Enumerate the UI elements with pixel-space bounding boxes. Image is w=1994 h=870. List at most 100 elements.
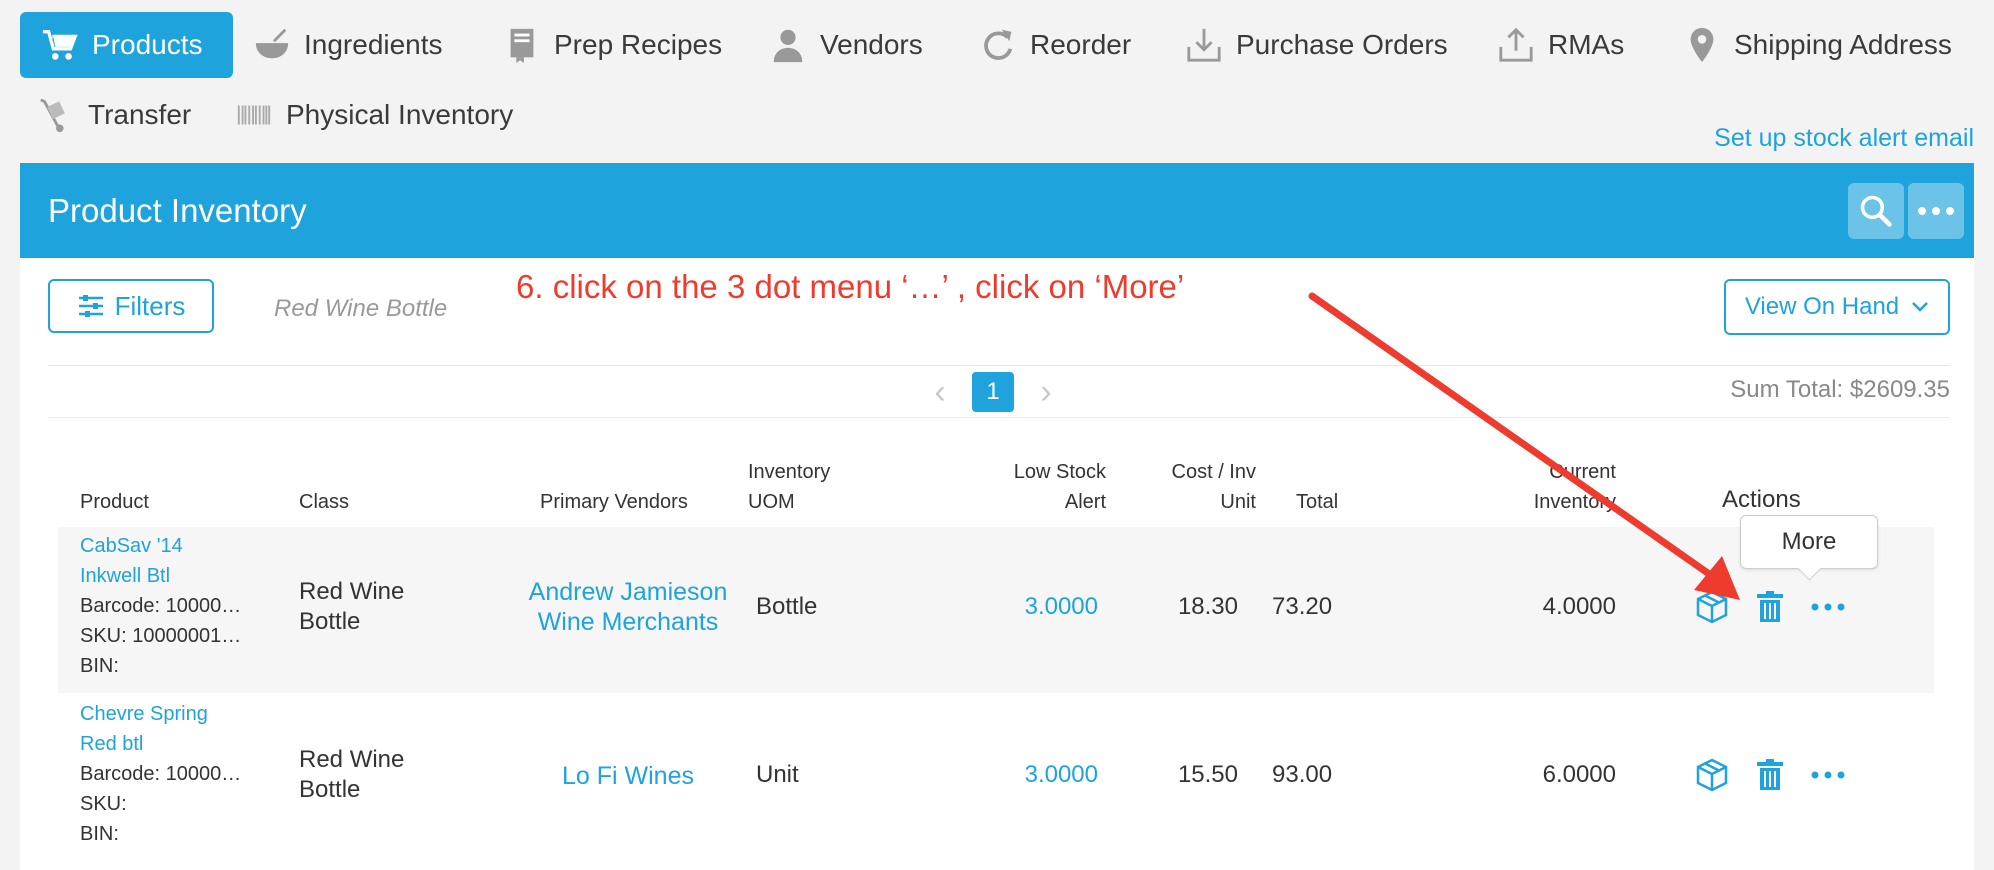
product-link[interactable]: Red btl xyxy=(80,729,241,759)
trash-icon[interactable] xyxy=(1750,587,1790,627)
row-actions xyxy=(1692,755,1866,795)
product-link[interactable]: Chevre Spring xyxy=(80,699,241,729)
barcode: Barcode: 10000… xyxy=(80,595,242,617)
more-actions-icon[interactable] xyxy=(1808,755,1848,795)
col-actions: Actions xyxy=(1722,486,1801,513)
nav-label: Shipping Address xyxy=(1734,29,1952,60)
book-icon xyxy=(502,25,542,65)
barcode: Barcode: 10000… xyxy=(80,763,242,785)
class-cell: Red Wine Bottle xyxy=(299,577,404,637)
divider xyxy=(48,365,1950,366)
col-primary-vendors[interactable]: Primary Vendors xyxy=(540,487,688,517)
class-text: Bottle xyxy=(299,776,361,803)
low-stock-alert-link[interactable]: 3.0000 xyxy=(958,761,1098,789)
hand-truck-icon xyxy=(36,95,76,135)
map-pin-icon xyxy=(1682,25,1722,65)
nav-purchase-orders[interactable]: Purchase Orders xyxy=(1184,12,1448,78)
prev-page-button[interactable]: ‹ xyxy=(920,373,960,412)
search-icon xyxy=(1860,195,1892,227)
filters-button[interactable]: Filters xyxy=(48,279,214,333)
next-page-button[interactable]: › xyxy=(1026,373,1066,412)
bin: BIN: xyxy=(80,823,119,845)
col-label: Alert xyxy=(1064,491,1106,513)
chevron-down-icon xyxy=(1912,302,1929,312)
nav-physical-inventory[interactable]: Physical Inventory xyxy=(234,82,513,148)
nav-label: Physical Inventory xyxy=(286,99,514,130)
product-link[interactable]: CabSav '14 xyxy=(80,531,241,561)
view-label: View On Hand xyxy=(1744,293,1900,320)
col-label: UOM xyxy=(748,491,795,513)
product-cell: CabSav '14 Inkwell Btl Barcode: 10000… S… xyxy=(80,531,241,681)
person-icon xyxy=(768,25,808,65)
sku: SKU: 10000001… xyxy=(80,625,242,647)
nav-label: Purchase Orders xyxy=(1236,29,1448,60)
vendor-text: Andrew Jamieson xyxy=(528,578,728,606)
sku: SKU: xyxy=(80,793,127,815)
low-stock-alert-link[interactable]: 3.0000 xyxy=(958,593,1098,621)
nav-label: Ingredients xyxy=(304,29,443,60)
barcode-icon xyxy=(234,95,274,135)
active-filter-tag: Red Wine Bottle xyxy=(274,295,448,322)
trash-icon[interactable] xyxy=(1750,755,1790,795)
box-icon[interactable] xyxy=(1692,587,1732,627)
col-class[interactable]: Class xyxy=(299,487,349,517)
stock-alert-email-link[interactable]: Set up stock alert email xyxy=(1714,124,1974,153)
upload-tray-icon xyxy=(1496,25,1536,65)
cart-icon xyxy=(40,25,80,65)
header-more-button[interactable] xyxy=(1908,183,1964,239)
col-label: Current xyxy=(1549,461,1616,483)
total-cell: 93.00 xyxy=(1272,761,1333,788)
cost-cell: 18.30 xyxy=(1177,593,1238,620)
cost-cell: 15.50 xyxy=(1177,761,1238,788)
nav-label: Transfer xyxy=(88,99,192,130)
nav-label: Reorder xyxy=(1030,29,1132,60)
col-current-inventory[interactable]: Current Inventory xyxy=(1486,457,1616,517)
vendor-link[interactable]: Andrew Jamieson Wine Merchants xyxy=(528,577,728,637)
ellipsis-icon xyxy=(1918,207,1954,215)
nav-label: Prep Recipes xyxy=(554,29,723,60)
divider xyxy=(48,417,1950,418)
panel-title: Product Inventory xyxy=(48,191,307,229)
pagination: ‹ 1 › xyxy=(920,372,1066,412)
col-cost-inv-unit[interactable]: Cost / Inv Unit xyxy=(1136,457,1256,517)
filters-label: Filters xyxy=(114,290,186,321)
class-text: Red Wine xyxy=(299,746,405,773)
nav-ingredients[interactable]: Ingredients xyxy=(252,12,443,78)
nav-label: Vendors xyxy=(820,29,923,60)
col-low-stock-alert[interactable]: Low Stock Alert xyxy=(960,457,1106,517)
row-actions xyxy=(1692,587,1866,627)
nav-prep-recipes[interactable]: Prep Recipes xyxy=(502,12,722,78)
nav-shipping-address[interactable]: Shipping Address xyxy=(1682,12,1952,78)
current-inventory-cell: 6.0000 xyxy=(1542,761,1616,788)
total-cell: 73.20 xyxy=(1272,593,1333,620)
nav-label: RMAs xyxy=(1548,29,1625,60)
col-label: Unit xyxy=(1220,491,1256,513)
nav-transfer[interactable]: Transfer xyxy=(36,82,191,148)
view-on-hand-dropdown[interactable]: View On Hand xyxy=(1724,279,1950,335)
download-tray-icon xyxy=(1184,25,1224,65)
nav-rmas[interactable]: RMAs xyxy=(1496,12,1624,78)
current-inventory-cell: 4.0000 xyxy=(1542,593,1616,620)
box-icon[interactable] xyxy=(1692,755,1732,795)
col-label: Inventory xyxy=(1533,491,1616,513)
nav-products[interactable]: Products xyxy=(20,12,233,78)
refresh-icon xyxy=(978,25,1018,65)
vendor-link[interactable]: Lo Fi Wines xyxy=(528,761,728,791)
panel-header: Product Inventory xyxy=(20,163,1974,258)
col-product[interactable]: Product xyxy=(80,487,149,517)
product-link[interactable]: Inkwell Btl xyxy=(80,561,241,591)
uom-cell: Bottle xyxy=(756,593,818,620)
nav-label: Products xyxy=(92,29,203,60)
page-1-button[interactable]: 1 xyxy=(972,372,1014,412)
nav-reorder[interactable]: Reorder xyxy=(978,12,1131,78)
instruction-annotation: 6. click on the 3 dot menu ‘…’ , click o… xyxy=(516,268,1185,305)
bin: BIN: xyxy=(80,655,119,677)
nav-vendors[interactable]: Vendors xyxy=(768,12,923,78)
col-label: Inventory xyxy=(748,461,831,483)
col-inventory-uom[interactable]: Inventory UOM xyxy=(748,457,830,517)
col-total[interactable]: Total xyxy=(1296,487,1338,517)
sum-total: Sum Total: $2609.35 xyxy=(1730,376,1950,403)
more-actions-icon[interactable] xyxy=(1808,587,1848,627)
more-tooltip: More xyxy=(1740,515,1878,569)
search-button[interactable] xyxy=(1848,183,1904,239)
